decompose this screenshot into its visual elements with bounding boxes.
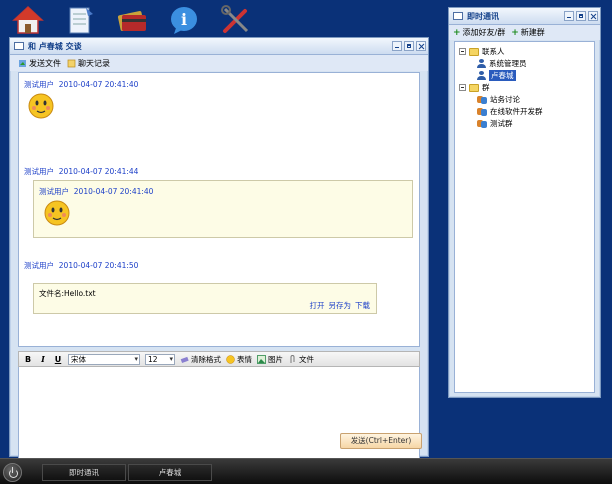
- add-friend-label: 添加好友/群: [462, 28, 506, 37]
- send-file-icon: [19, 59, 26, 67]
- smiley-emoji-icon: [28, 93, 54, 119]
- chat-log-icon: [67, 59, 76, 67]
- message-header: 测试用户 2010-04-07 20:41:44: [24, 167, 139, 176]
- emoji-label: 表情: [237, 354, 252, 364]
- download-link[interactable]: 下载: [355, 300, 370, 311]
- attach-file-label: 文件: [299, 354, 314, 364]
- image-button[interactable]: 图片: [257, 354, 283, 365]
- tools-icon[interactable]: [220, 4, 252, 36]
- bold-button[interactable]: B: [23, 355, 33, 364]
- quoted-message-header: 测试用户 2010-04-07 20:41:40: [39, 187, 154, 196]
- message-header: 测试用户 2010-04-07 20:41:40: [24, 80, 139, 89]
- new-group-button[interactable]: + 新建群: [511, 27, 545, 38]
- image-label: 图片: [268, 354, 283, 364]
- clear-format-label: 清除格式: [191, 354, 221, 364]
- contacts-title-bar[interactable]: 即时通讯: [449, 8, 600, 25]
- minimize-button[interactable]: [392, 41, 402, 51]
- contacts-window: 即时通讯 + 添加好友/群 + 新建群 联系人 系统管理员 卢春城 群 站务讨论…: [448, 7, 601, 398]
- group-icon: [477, 107, 487, 116]
- attach-file-button[interactable]: 文件: [288, 354, 314, 365]
- maximize-button[interactable]: [576, 11, 586, 21]
- group-label: 在线软件开发群: [490, 107, 543, 116]
- save-as-link[interactable]: 另存为: [329, 300, 352, 311]
- window-icon: [14, 42, 24, 50]
- collapse-icon[interactable]: [459, 48, 466, 55]
- close-button[interactable]: [416, 41, 426, 51]
- chat-window: 和 卢春城 交谈 发送文件 聊天记录 测试用户 2010-04-07 20:41…: [9, 37, 429, 462]
- user-icon: [477, 59, 486, 68]
- tree-item-group[interactable]: 在线软件开发群: [477, 106, 543, 117]
- window-icon: [453, 12, 463, 20]
- group-label: 站务讨论: [490, 95, 520, 104]
- new-group-label: 新建群: [520, 28, 545, 37]
- quoted-message: 测试用户 2010-04-07 20:41:40: [33, 180, 413, 238]
- collapse-icon[interactable]: [459, 84, 466, 91]
- open-file-link[interactable]: 打开: [310, 300, 325, 311]
- message-history[interactable]: 测试用户 2010-04-07 20:41:40 测试用户 2010-04-07…: [18, 72, 420, 347]
- contacts-toolbar: + 添加好友/群 + 新建群: [449, 25, 600, 40]
- contact-label: 卢春城: [489, 70, 516, 81]
- notepad-icon[interactable]: [64, 4, 96, 36]
- file-transfer-box: 文件名:Hello.txt 打开 另存为 下载: [33, 283, 377, 314]
- contact-tree: 联系人 系统管理员 卢春城 群 站务讨论 在线软件开发群 测试群: [454, 41, 595, 393]
- eraser-icon: [180, 356, 189, 363]
- message-header: 测试用户 2010-04-07 20:41:50: [24, 261, 139, 270]
- italic-button[interactable]: I: [38, 354, 48, 364]
- taskbar-item-im[interactable]: 即时通讯: [42, 464, 126, 481]
- plus-icon: +: [511, 27, 519, 38]
- maximize-button[interactable]: [404, 41, 414, 51]
- taskbar-item-chat[interactable]: 卢春城: [128, 464, 212, 481]
- file-name: 文件名:Hello.txt: [39, 289, 96, 298]
- send-button[interactable]: 发送(Ctrl+Enter): [340, 433, 422, 449]
- folder-icon: [469, 47, 479, 56]
- chat-title-bar[interactable]: 和 卢春城 交谈: [10, 38, 428, 55]
- tree-folder-groups[interactable]: 群: [459, 82, 490, 93]
- add-friend-button[interactable]: + 添加好友/群: [453, 27, 505, 38]
- chat-log-button[interactable]: 聊天记录: [67, 58, 110, 69]
- format-toolbar: B I U 宋体 12 清除格式 表情 图片 文件: [18, 351, 420, 367]
- cards-icon[interactable]: [116, 4, 148, 36]
- plus-icon: +: [453, 27, 461, 38]
- info-icon[interactable]: i: [168, 4, 200, 36]
- chat-toolbar: 发送文件 聊天记录: [10, 55, 428, 71]
- smiley-emoji-icon: [44, 200, 70, 226]
- tree-folder-label: 群: [482, 83, 490, 92]
- user-icon: [477, 71, 486, 80]
- font-size-select[interactable]: 12: [145, 353, 175, 365]
- folder-icon: [469, 83, 479, 92]
- emoji-button[interactable]: 表情: [226, 354, 252, 365]
- emoji-icon: [226, 354, 235, 364]
- close-button[interactable]: [588, 11, 598, 21]
- image-icon: [257, 354, 266, 364]
- contact-label: 系统管理员: [489, 59, 527, 68]
- group-icon: [477, 95, 487, 104]
- paperclip-icon: [290, 354, 295, 363]
- tree-item-contact[interactable]: 系统管理员: [477, 58, 527, 69]
- chat-log-label: 聊天记录: [78, 58, 110, 68]
- contacts-title: 即时通讯: [467, 11, 499, 21]
- tree-item-contact[interactable]: 卢春城: [477, 70, 516, 81]
- minimize-button[interactable]: [564, 11, 574, 21]
- clear-format-button[interactable]: 清除格式: [180, 354, 221, 365]
- font-select[interactable]: 宋体: [68, 353, 140, 365]
- tree-folder-contacts[interactable]: 联系人: [459, 46, 505, 57]
- send-file-button[interactable]: 发送文件: [18, 58, 61, 69]
- group-label: 测试群: [490, 119, 513, 128]
- tree-folder-label: 联系人: [482, 47, 505, 56]
- underline-button[interactable]: U: [53, 355, 63, 364]
- home-icon[interactable]: [12, 4, 44, 36]
- chat-title: 和 卢春城 交谈: [28, 41, 82, 51]
- tree-item-group[interactable]: 测试群: [477, 118, 513, 129]
- svg-text:i: i: [181, 10, 187, 29]
- group-icon: [477, 119, 487, 128]
- power-start-icon[interactable]: [3, 463, 22, 482]
- send-file-label: 发送文件: [29, 58, 61, 68]
- taskbar: 即时通讯 卢春城: [0, 458, 612, 484]
- tree-item-group[interactable]: 站务讨论: [477, 94, 520, 105]
